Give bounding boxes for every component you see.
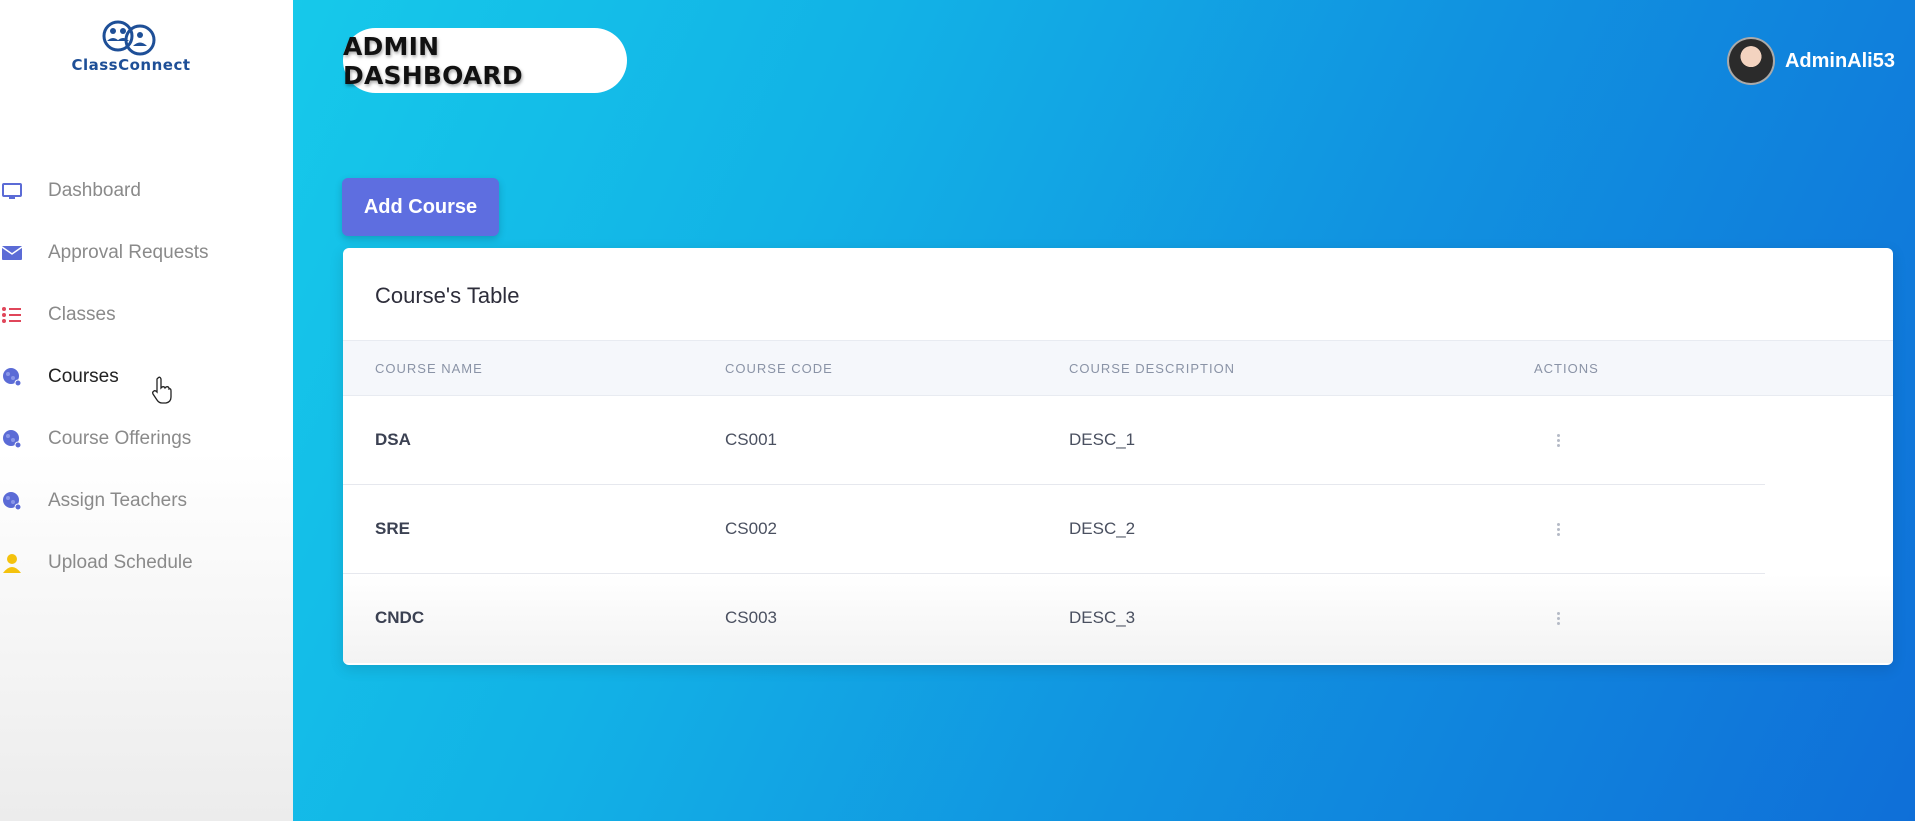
page-title: ADMIN DASHBOARD xyxy=(343,31,523,90)
logo-text: ClassConnect xyxy=(71,56,191,74)
table-row: CNDC CS003 DESC_3 xyxy=(343,574,1893,663)
course-description-cell: DESC_1 xyxy=(1069,430,1136,449)
sidebar-item-label: Dashboard xyxy=(48,180,141,201)
course-name-cell: SRE xyxy=(375,519,410,538)
table-header: COURSE NAME COURSE CODE COURSE DESCRIPTI… xyxy=(343,340,1893,396)
column-header-course-description[interactable]: COURSE DESCRIPTION xyxy=(1069,361,1235,376)
sidebar-item-courses[interactable]: Courses xyxy=(0,346,293,408)
row-actions-menu-icon[interactable] xyxy=(1548,519,1568,539)
envelope-icon xyxy=(1,242,23,264)
logo-icon xyxy=(102,20,156,56)
course-description-cell: DESC_2 xyxy=(1069,519,1136,538)
avatar[interactable] xyxy=(1726,37,1775,85)
course-description-cell: DESC_3 xyxy=(1069,608,1136,627)
sidebar-item-classes[interactable]: Classes xyxy=(0,284,293,346)
table-title: Course's Table xyxy=(375,283,520,308)
sidebar-item-assign-teachers[interactable]: Assign Teachers xyxy=(0,470,293,532)
monitor-icon xyxy=(1,180,23,202)
column-header-course-name[interactable]: COURSE NAME xyxy=(375,361,483,376)
table-row: DSA CS001 DESC_1 xyxy=(343,396,1893,485)
globe-icon xyxy=(1,428,23,450)
main-content: ADMIN DASHBOARD AdminAli53 Add Course Co… xyxy=(293,0,1915,821)
logo[interactable]: ClassConnect xyxy=(56,20,206,76)
sidebar-item-approval-requests[interactable]: Approval Requests xyxy=(0,222,293,284)
column-header-actions: ACTIONS xyxy=(1534,361,1599,376)
globe-icon xyxy=(1,366,23,388)
user-name[interactable]: AdminAli53 xyxy=(1785,50,1895,73)
course-code-cell: CS002 xyxy=(725,519,777,538)
sidebar-item-label: Courses xyxy=(48,366,119,387)
user-icon xyxy=(1,552,23,574)
add-course-button[interactable]: Add Course xyxy=(342,178,499,236)
sidebar-item-dashboard[interactable]: Dashboard xyxy=(0,160,293,222)
sidebar-item-course-offerings[interactable]: Course Offerings xyxy=(0,408,293,470)
row-actions-menu-icon[interactable] xyxy=(1548,430,1568,450)
sidebar-item-label: Approval Requests xyxy=(48,242,209,263)
page-title-pill: ADMIN DASHBOARD xyxy=(343,28,627,93)
sidebar-item-label: Classes xyxy=(48,304,116,325)
sidebar-item-label: Upload Schedule xyxy=(48,552,193,573)
list-icon xyxy=(1,304,23,326)
course-name-cell: DSA xyxy=(375,430,411,449)
sidebar-nav: Dashboard Approval Requests Classes Cour… xyxy=(0,160,293,594)
sidebar-item-upload-schedule[interactable]: Upload Schedule xyxy=(0,532,293,594)
sidebar-item-label: Assign Teachers xyxy=(48,490,188,511)
courses-table: COURSE NAME COURSE CODE COURSE DESCRIPTI… xyxy=(343,340,1893,663)
user-menu[interactable]: AdminAli53 xyxy=(1726,35,1895,87)
courses-table-card: Course's Table COURSE NAME COURSE CODE C… xyxy=(343,248,1893,665)
table-row: SRE CS002 DESC_2 xyxy=(343,485,1893,574)
column-header-course-code[interactable]: COURSE CODE xyxy=(725,361,833,376)
globe-icon xyxy=(1,490,23,512)
row-actions-menu-icon[interactable] xyxy=(1548,608,1568,628)
course-name-cell: CNDC xyxy=(375,608,425,627)
course-code-cell: CS003 xyxy=(725,608,777,627)
sidebar-item-label: Course Offerings xyxy=(48,428,192,449)
sidebar: ClassConnect Dashboard Approval Requests… xyxy=(0,0,293,821)
hand-cursor-icon xyxy=(152,376,172,404)
course-code-cell: CS001 xyxy=(725,430,777,449)
